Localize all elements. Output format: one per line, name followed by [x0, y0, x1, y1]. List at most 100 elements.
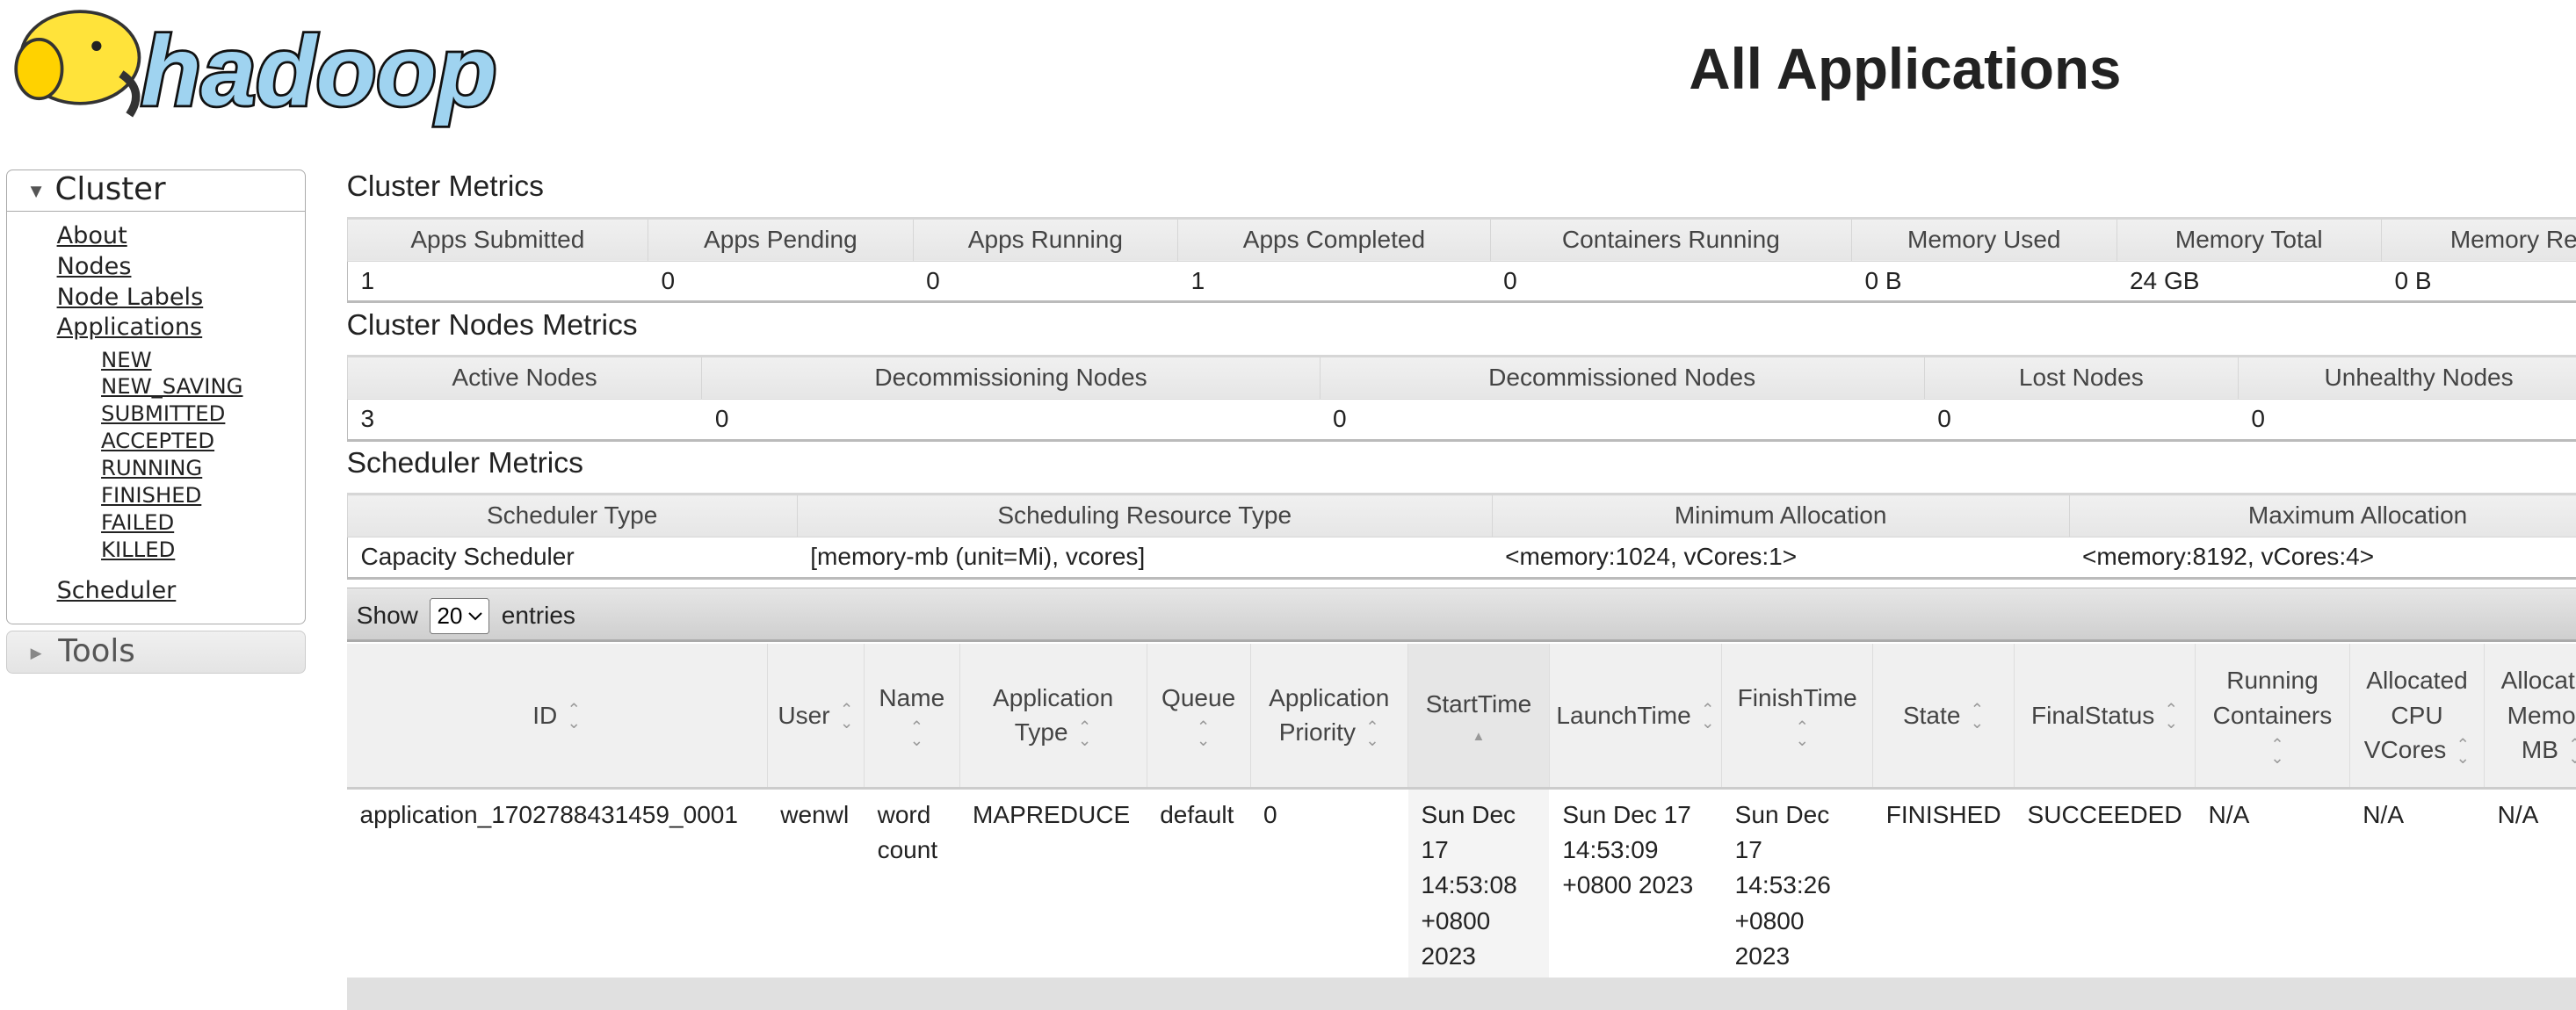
- sort-icon: ⌃⌄: [840, 703, 854, 730]
- table-cell: N/A: [2196, 788, 2350, 984]
- column-header-running-containers[interactable]: Running Containers ⌃⌄: [2196, 644, 2350, 788]
- nav-state-failed[interactable]: FAILED: [101, 509, 174, 537]
- table-cell: default: [1147, 788, 1250, 984]
- sort-icon: ⌃⌄: [2457, 739, 2471, 765]
- table-cell: Sun Dec 17 14:53:08 +0800 2023: [1408, 788, 1550, 984]
- column-header-user[interactable]: User ⌃⌄: [767, 644, 864, 788]
- column-label: ID: [532, 702, 557, 729]
- metric-link[interactable]: 0: [1937, 405, 1951, 432]
- sort-icon: ⌃⌄: [2270, 739, 2284, 765]
- tools-header[interactable]: ▶Tools: [6, 631, 305, 674]
- cluster-label: Cluster: [55, 171, 166, 207]
- scheduler-metrics-table: Scheduler TypeScheduling Resource TypeMi…: [347, 493, 2576, 580]
- cluster-metrics-title: Cluster Metrics: [347, 170, 544, 204]
- nav-state-finished[interactable]: FINISHED: [101, 482, 201, 509]
- column-header-allocated-cpu-vcores[interactable]: Allocated CPU VCores⌃⌄: [2349, 644, 2484, 788]
- column-header: Maximum Allocation: [2069, 494, 2576, 537]
- nav-state-new[interactable]: NEW: [101, 347, 152, 374]
- column-header-queue[interactable]: Queue ⌃⌄: [1147, 644, 1250, 788]
- metric-value: 0: [1490, 261, 1851, 302]
- nav-applications[interactable]: Applications: [57, 313, 203, 343]
- column-label: FinishTime: [1738, 684, 1857, 711]
- triangle-right-icon: ▶: [31, 644, 42, 661]
- column-header-launchtime[interactable]: LaunchTime ⌃⌄: [1549, 644, 1721, 788]
- metric-value: <memory:8192, vCores:4>: [2069, 537, 2576, 578]
- sort-icon: ⌃⌄: [1078, 721, 1092, 747]
- column-header: Active Nodes: [347, 356, 702, 399]
- metric-value: Capacity Scheduler: [347, 537, 797, 578]
- sort-asc-icon: ▲: [1415, 731, 1543, 744]
- nav-state-accepted[interactable]: ACCEPTED: [101, 428, 214, 455]
- nav-nodes[interactable]: Nodes: [57, 252, 132, 283]
- hadoop-logo: hadoop: [6, 0, 540, 128]
- column-header: Scheduling Resource Type: [797, 494, 1492, 537]
- cluster-header[interactable]: ▼Cluster: [7, 170, 304, 213]
- sort-icon: ⌃⌄: [1971, 703, 1985, 730]
- sort-icon: ⌃⌄: [1701, 703, 1715, 730]
- column-header: Decommissioning Nodes: [702, 356, 1320, 399]
- column-header-application-priority[interactable]: Application Priority⌃⌄: [1250, 644, 1408, 788]
- cluster-panel: ▼Cluster About Nodes Node Labels Applica…: [6, 170, 305, 624]
- metric-value: 0: [1320, 399, 1924, 440]
- entries-bar: Show 20 entries: [347, 588, 2576, 642]
- column-header: Lost Nodes: [1924, 356, 2238, 399]
- column-label: Allocated Memory MB: [2501, 667, 2576, 763]
- metric-link[interactable]: 0: [1333, 405, 1347, 432]
- nav-state-killed[interactable]: KILLED: [101, 537, 175, 564]
- entries-select[interactable]: 20: [430, 598, 489, 634]
- column-label: Running Containers: [2213, 667, 2333, 728]
- nav-node-labels[interactable]: Node Labels: [57, 283, 204, 314]
- table-cell: N/A: [2349, 788, 2484, 984]
- column-header-starttime[interactable]: StartTime▲: [1408, 644, 1550, 788]
- column-header: Decommissioned Nodes: [1320, 356, 1924, 399]
- nav-scheduler[interactable]: Scheduler: [57, 576, 177, 607]
- table-cell: application_1702788431459_0001: [347, 788, 768, 984]
- nodes-metrics-table: Active NodesDecommissioning NodesDecommi…: [347, 355, 2576, 442]
- table-cell: Sun Dec 17 14:53:09 +0800 2023: [1549, 788, 1721, 984]
- sort-icon: ⌃⌄: [567, 703, 581, 730]
- column-header: Apps Completed: [1178, 218, 1491, 261]
- table-cell: wenwl: [767, 788, 864, 984]
- nav-state-submitted[interactable]: SUBMITTED: [101, 400, 225, 428]
- application-id-link[interactable]: application_1702788431459_0001: [360, 801, 738, 828]
- nav-about[interactable]: About: [57, 221, 127, 252]
- metric-value: 0: [2238, 399, 2576, 440]
- column-header-state[interactable]: State⌃⌄: [1873, 644, 2015, 788]
- metric-link[interactable]: 0: [715, 405, 729, 432]
- table-cell: word count: [865, 788, 959, 984]
- column-header: Memory Total: [2117, 218, 2382, 261]
- column-header-finalstatus[interactable]: FinalStatus⌃⌄: [2015, 644, 2196, 788]
- sort-icon: ⌃⌄: [910, 721, 924, 747]
- nav-state-running[interactable]: RUNNING: [101, 455, 202, 482]
- column-header: Scheduler Type: [347, 494, 797, 537]
- svg-text:hadoop: hadoop: [141, 16, 497, 126]
- metric-link[interactable]: 3: [361, 405, 375, 432]
- metric-value: 3: [347, 399, 702, 440]
- table-cell: N/A: [2485, 788, 2576, 984]
- nodes-metrics-title: Cluster Nodes Metrics: [347, 309, 638, 343]
- table-footer: [347, 978, 2576, 1010]
- sort-icon: ⌃⌄: [1197, 721, 1211, 747]
- column-header: Unhealthy Nodes: [2238, 356, 2576, 399]
- column-header-name[interactable]: Name⌃⌄: [865, 644, 959, 788]
- sort-icon: ⌃⌄: [1795, 721, 1809, 747]
- column-header-id[interactable]: ID ⌃⌄: [347, 644, 768, 788]
- column-header-allocated-memory-mb[interactable]: Allocated Memory MB⌃⌄: [2485, 644, 2576, 788]
- column-label: User: [778, 702, 829, 729]
- column-header-application-type[interactable]: Application Type⌃⌄: [959, 644, 1147, 788]
- metric-value: [memory-mb (unit=Mi), vcores]: [797, 537, 1492, 578]
- column-header: Apps Submitted: [347, 218, 648, 261]
- metric-link[interactable]: 0: [2251, 405, 2265, 432]
- column-header-finishtime[interactable]: FinishTime ⌃⌄: [1722, 644, 1873, 788]
- metric-value: <memory:1024, vCores:1>: [1492, 537, 2069, 578]
- metric-value: 0: [1924, 399, 2238, 440]
- column-label: Queue: [1161, 684, 1235, 711]
- table-row: application_1702788431459_0001 wenwlword …: [347, 788, 2576, 984]
- column-label: LaunchTime: [1556, 702, 1690, 729]
- metric-value: 0 B: [2382, 261, 2576, 302]
- nav-state-new-saving[interactable]: NEW_SAVING: [101, 373, 242, 400]
- column-header: Containers Running: [1490, 218, 1851, 261]
- metric-value: 24 GB: [2117, 261, 2382, 302]
- table-cell: 0: [1250, 788, 1408, 984]
- metric-value: 0: [648, 261, 914, 302]
